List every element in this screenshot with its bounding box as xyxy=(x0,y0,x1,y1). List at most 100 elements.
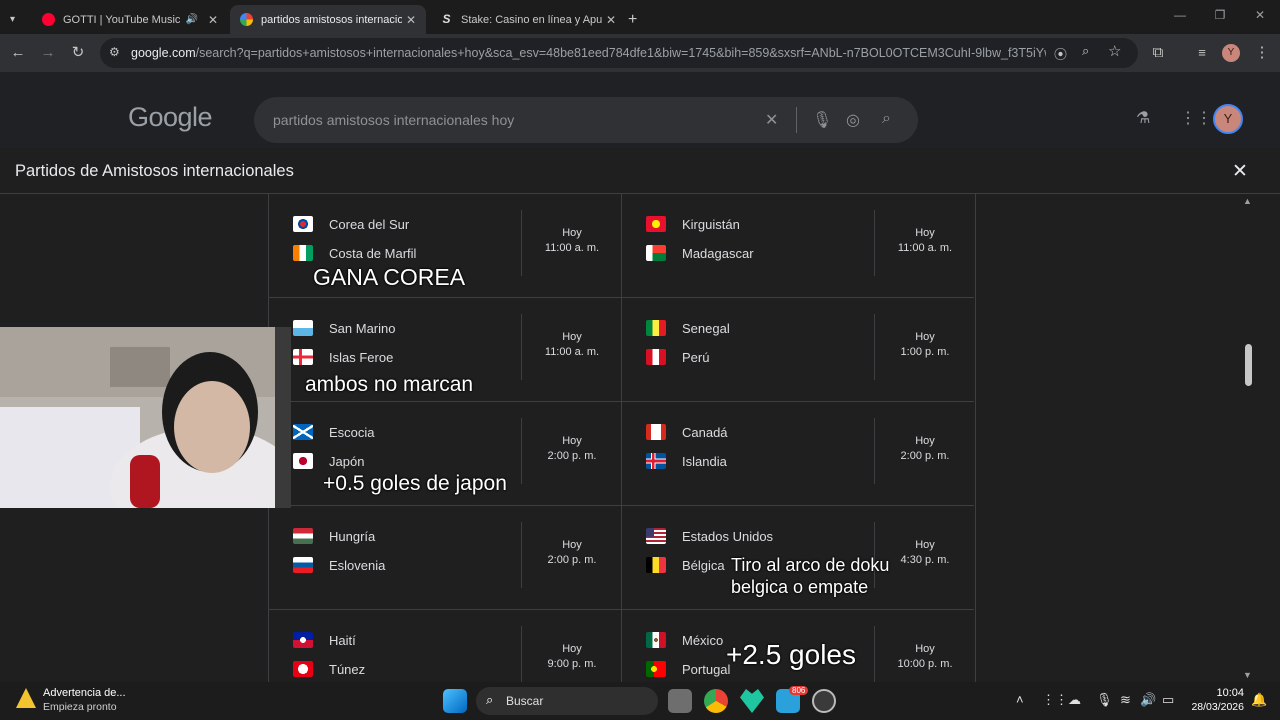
extensions-icon[interactable]: ⧉ xyxy=(1148,43,1168,63)
windows-start-icon[interactable] xyxy=(443,689,467,713)
team-name: Haití xyxy=(329,632,356,648)
scroll-down-icon[interactable]: ▼ xyxy=(1243,670,1252,680)
close-tab-icon[interactable]: ✕ xyxy=(602,13,620,27)
search-box[interactable]: partidos amistosos internacionales hoy ✕… xyxy=(254,97,918,143)
tab-google-search[interactable]: partidos amistosos internaciona ✕ xyxy=(230,5,426,34)
speaker-icon[interactable]: 🔊 xyxy=(186,14,198,25)
divider xyxy=(796,107,797,133)
team-row: Portugal xyxy=(646,661,730,677)
clock-time[interactable]: 10:04 xyxy=(1192,687,1244,699)
team-row: Corea del Sur xyxy=(293,216,409,232)
team-name: Perú xyxy=(682,349,710,365)
overlay-belgica-empate: belgica o empate xyxy=(731,577,869,597)
scroll-up-icon[interactable]: ▲ xyxy=(1243,196,1252,206)
webcam-person-image xyxy=(0,327,291,508)
search-input[interactable]: partidos amistosos internacionales hoy xyxy=(273,112,514,128)
team-name: Hungría xyxy=(329,528,376,544)
tab-stake[interactable]: S Stake: Casino en línea y Apuest ✕ xyxy=(430,5,626,34)
obs-icon[interactable] xyxy=(812,689,836,713)
notification-bell-icon[interactable]: 🔔 xyxy=(1251,692,1267,708)
chevron-up-icon[interactable]: ˄ xyxy=(1016,692,1024,707)
reload-button[interactable]: ↻ xyxy=(68,43,88,63)
location-icon[interactable]: ⦿ xyxy=(1054,44,1067,63)
back-button[interactable]: ← xyxy=(8,43,28,63)
tray-apps-icon[interactable]: ⋮⋮ xyxy=(1042,692,1068,708)
match-hour: 1:00 p. m. xyxy=(900,346,950,358)
more-menu-icon[interactable]: ⋮ xyxy=(1252,43,1272,63)
profile-avatar[interactable]: Y xyxy=(1222,44,1240,62)
labs-flask-icon[interactable]: ⚗ xyxy=(1136,108,1150,128)
scrollbar-thumb[interactable] xyxy=(1245,344,1252,386)
close-tab-icon[interactable]: ✕ xyxy=(402,13,420,27)
match-day: Hoy xyxy=(915,331,935,343)
clock-date[interactable]: 28/03/2026 xyxy=(1188,701,1244,713)
match-time: Hoy 2:00 p. m. xyxy=(523,538,621,568)
match-day: Hoy xyxy=(915,435,935,447)
match-card[interactable]: Haití Túnez Hoy 9:00 p. m. xyxy=(269,610,621,682)
maximize-icon[interactable]: ❐ xyxy=(1200,8,1240,22)
microphone-icon[interactable]: 🎙 xyxy=(812,110,832,130)
account-avatar[interactable]: Y xyxy=(1213,104,1243,134)
google-logo[interactable]: Google xyxy=(128,102,213,133)
match-day: Hoy xyxy=(562,331,582,343)
microphone-icon[interactable]: 🎙 xyxy=(1096,692,1113,708)
window-controls: — ❐ ✕ xyxy=(1160,8,1280,22)
team-row: Islas Feroe xyxy=(293,349,393,365)
search-icon[interactable]: ⌕ xyxy=(882,110,891,128)
team-row: Madagascar xyxy=(646,245,754,261)
bookmark-star-icon[interactable]: ☆ xyxy=(1108,42,1121,60)
new-tab-button[interactable]: + xyxy=(628,5,652,34)
volume-icon[interactable]: 🔊 xyxy=(1140,692,1156,708)
tab-youtube-music[interactable]: GOTTI | YouTube Music 🔊 ✕ xyxy=(32,5,228,34)
apps-grid-icon[interactable]: ⋮⋮ xyxy=(1180,108,1212,128)
match-card[interactable]: Canadá Islandia Hoy 2:00 p. m. xyxy=(621,402,974,506)
wifi-icon[interactable]: ≋ xyxy=(1120,692,1131,708)
flag-icon xyxy=(646,424,666,440)
zoom-icon[interactable]: ⌕ xyxy=(1082,43,1089,59)
flag-icon xyxy=(646,661,666,677)
flag-icon xyxy=(646,216,666,232)
flag-icon xyxy=(293,424,313,440)
onedrive-icon[interactable]: ☁ xyxy=(1068,692,1081,708)
flag-icon xyxy=(293,661,313,677)
flag-icon xyxy=(293,216,313,232)
close-icon[interactable]: ✕ xyxy=(1232,160,1248,183)
match-day: Hoy xyxy=(562,227,582,239)
match-card[interactable]: Kirguistán Madagascar Hoy 11:00 a. m. xyxy=(621,194,974,298)
divider xyxy=(521,314,522,380)
browser-tab-strip: ▾ GOTTI | YouTube Music 🔊 ✕ partidos ami… xyxy=(0,0,1280,34)
notification-title[interactable]: Advertencia de... xyxy=(43,687,126,699)
team-row: Costa de Marfil xyxy=(293,245,416,261)
match-day: Hoy xyxy=(915,643,935,655)
close-tab-icon[interactable]: ✕ xyxy=(204,13,222,27)
overlay-tiro-doku: Tiro al arco de doku xyxy=(731,555,890,575)
taskbar-search[interactable]: ⌕ Buscar xyxy=(476,687,658,715)
site-info-icon[interactable]: ⚙ xyxy=(109,45,120,59)
address-bar[interactable]: ⚙ google.com/search?q=partidos+amistosos… xyxy=(100,38,1138,68)
google-search-header: Google partidos amistosos internacionale… xyxy=(0,72,1280,148)
match-card[interactable]: Senegal Perú Hoy 1:00 p. m. xyxy=(621,298,974,402)
youtube-music-icon xyxy=(42,13,55,26)
stake-icon: S xyxy=(442,12,451,26)
lens-camera-icon[interactable]: ◎ xyxy=(846,110,860,130)
flag-icon xyxy=(646,245,666,261)
warning-icon[interactable] xyxy=(16,688,36,708)
match-time: Hoy 2:00 p. m. xyxy=(523,434,621,464)
tab-title: partidos amistosos internaciona xyxy=(261,13,402,26)
tab-search-menu-button[interactable]: ▾ xyxy=(6,5,26,34)
app-heart-icon[interactable] xyxy=(740,689,764,713)
chrome-icon[interactable] xyxy=(704,689,728,713)
url-text[interactable]: google.com/search?q=partidos+amistosos+i… xyxy=(131,46,1046,60)
task-view-icon[interactable] xyxy=(668,689,692,713)
scrollbar[interactable]: ▲ ▼ xyxy=(1240,194,1256,682)
match-card[interactable]: Hungría Eslovenia Hoy 2:00 p. m. xyxy=(269,506,621,610)
flag-icon xyxy=(293,632,313,648)
minimize-icon[interactable]: — xyxy=(1160,8,1200,22)
close-window-icon[interactable]: ✕ xyxy=(1240,8,1280,22)
match-hour: 10:00 p. m. xyxy=(897,658,953,670)
battery-icon[interactable]: ▭ xyxy=(1162,692,1174,708)
windows-taskbar: Advertencia de... Empieza pronto ⌕ Busca… xyxy=(0,682,1280,720)
media-controls-icon[interactable]: ≡ xyxy=(1192,43,1212,63)
clear-icon[interactable]: ✕ xyxy=(765,110,778,130)
forward-button[interactable]: → xyxy=(38,43,58,63)
